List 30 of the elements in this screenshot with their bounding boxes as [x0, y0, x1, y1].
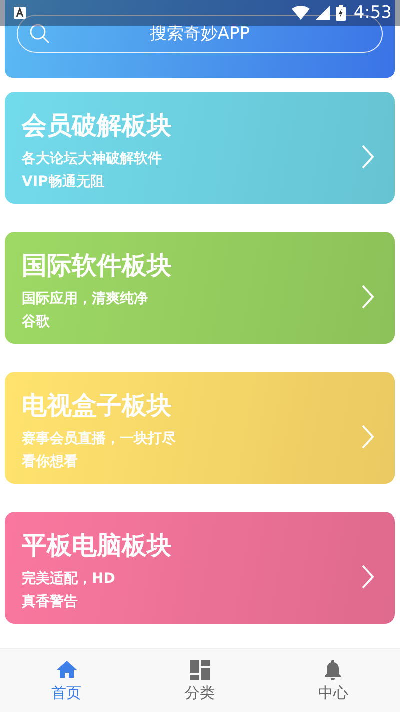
tab[interactable]: 中心 — [266, 649, 400, 712]
chevron-right-icon — [361, 284, 375, 310]
notification-icon — [14, 7, 26, 19]
card-subtitle: 赛事会员直播，一块打尽 — [22, 430, 177, 449]
category-card[interactable]: 平板电脑板块 完美适配，HD 真香警告 — [5, 512, 395, 624]
card-subtitle: 谷歌 — [22, 313, 51, 332]
card-subtitle: 国际应用，清爽纯净 — [22, 290, 149, 309]
chevron-right-icon — [361, 564, 375, 590]
tab[interactable]: 首页 — [0, 649, 134, 712]
signal-icon — [316, 6, 330, 20]
category-card[interactable]: 电视盒子板块 赛事会员直播，一块打尽 看你想看 — [5, 372, 395, 484]
card-subtitle: 完美适配，HD — [22, 570, 116, 589]
chevron-right-icon — [361, 424, 375, 450]
card-subtitle: 各大论坛大神破解软件 — [22, 150, 163, 169]
card-subtitle: 看你想看 — [22, 453, 79, 472]
chevron-right-icon — [361, 144, 375, 170]
home-icon — [56, 659, 78, 681]
card-title: 国际软件板块 — [22, 250, 173, 282]
card-subtitle: VIP畅通无阻 — [22, 173, 106, 192]
card-title: 电视盒子板块 — [22, 390, 173, 422]
category-card[interactable]: 国际软件板块 国际应用，清爽纯净 谷歌 — [5, 232, 395, 344]
card-title: 平板电脑板块 — [22, 530, 173, 562]
tab[interactable]: 分类 — [133, 649, 267, 712]
grid-icon — [188, 659, 211, 681]
card-subtitle: 真香警告 — [22, 593, 79, 612]
card-title: 会员破解板块 — [22, 110, 173, 142]
category-card[interactable]: 会员破解板块 各大论坛大神破解软件 VIP畅通无阻 — [5, 92, 395, 204]
search-icon — [29, 23, 51, 45]
battery-icon — [336, 5, 346, 21]
wifi-icon — [292, 6, 310, 20]
